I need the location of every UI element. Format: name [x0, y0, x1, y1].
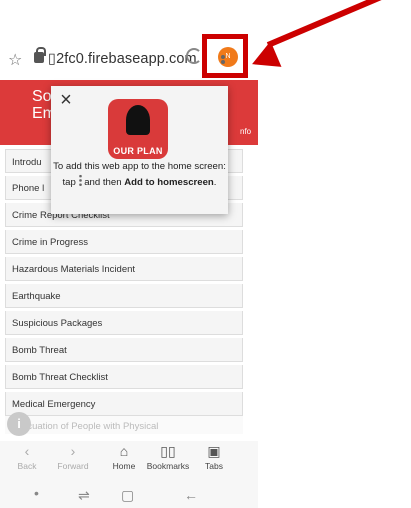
back-icon: ‹ — [24, 443, 30, 459]
close-button[interactable]: × — [55, 90, 77, 112]
home-label: Home — [112, 461, 136, 471]
list-item[interactable]: Suspicious Packages — [5, 311, 243, 335]
back-button[interactable]: ‹ Back — [2, 441, 52, 471]
home-icon: ⌂ — [119, 443, 129, 459]
list-item[interactable]: Crime in Progress — [5, 230, 243, 254]
list-item[interactable]: Bomb Threat — [5, 338, 243, 362]
annotation-highlight-box — [202, 34, 248, 78]
tabs-label: Tabs — [205, 461, 223, 471]
list-item[interactable]: Earthquake — [5, 284, 243, 308]
list-item[interactable]: Hazardous Materials Incident — [5, 257, 243, 281]
app-icon-caption: OUR PLAN — [113, 146, 163, 156]
home-button[interactable]: ⌂ Home — [99, 441, 149, 471]
forward-button[interactable]: › Forward — [48, 441, 98, 471]
url-text[interactable]: ▯2fc0.firebaseapp.com — [48, 51, 197, 67]
popup-text-mid: and then — [84, 177, 122, 188]
bookmarks-icon: ▯▯ — [160, 443, 176, 459]
list-item[interactable]: Medical Emergency — [5, 392, 243, 416]
reload-icon[interactable] — [186, 48, 202, 64]
list-item[interactable]: Bomb Threat Checklist — [5, 365, 243, 389]
tabs-icon: ▣ — [207, 443, 221, 459]
nav-recents-icon[interactable]: ⇌ — [78, 487, 90, 504]
back-label: Back — [17, 461, 37, 471]
menu-dots-icon — [78, 174, 82, 187]
app-icon: OUR PLAN — [108, 99, 168, 159]
system-nav-bar: • ⇌ ▢ ← — [0, 483, 258, 508]
forward-icon: › — [70, 443, 76, 459]
nav-home-icon[interactable]: ▢ — [121, 487, 134, 504]
nav-dot-icon[interactable]: • — [34, 485, 39, 501]
add-to-homescreen-popup: × OUR PLAN To add this web app to the ho… — [51, 86, 228, 214]
browser-toolbar: ‹ Back › Forward ⌂ Home ▯▯ Bookmarks ▣ T… — [0, 441, 258, 483]
running-figure-icon — [126, 105, 150, 135]
bookmarks-button[interactable]: ▯▯ Bookmarks — [143, 441, 193, 471]
annotation-arrow-shaft — [266, 0, 404, 48]
header-info-link[interactable]: nfo — [240, 127, 251, 136]
popup-instructions: To add this web app to the home screen: … — [51, 160, 228, 190]
screen: ☆ ▯2fc0.firebaseapp.com N So Em it nfo I… — [0, 0, 411, 508]
bookmarks-label: Bookmarks — [146, 461, 190, 471]
popup-text-end: . — [213, 177, 217, 188]
lock-icon — [34, 47, 46, 63]
popup-text-bold: Add to homescreen — [124, 177, 214, 188]
forward-label: Forward — [57, 461, 89, 471]
list-item-partial[interactable]: Evacuation of People with Physical — [5, 416, 243, 434]
info-fab-button[interactable]: i — [7, 412, 31, 436]
nav-back-icon[interactable]: ← — [184, 487, 198, 503]
tabs-button[interactable]: ▣ Tabs — [189, 441, 239, 471]
bookmark-star-icon[interactable]: ☆ — [8, 50, 22, 70]
